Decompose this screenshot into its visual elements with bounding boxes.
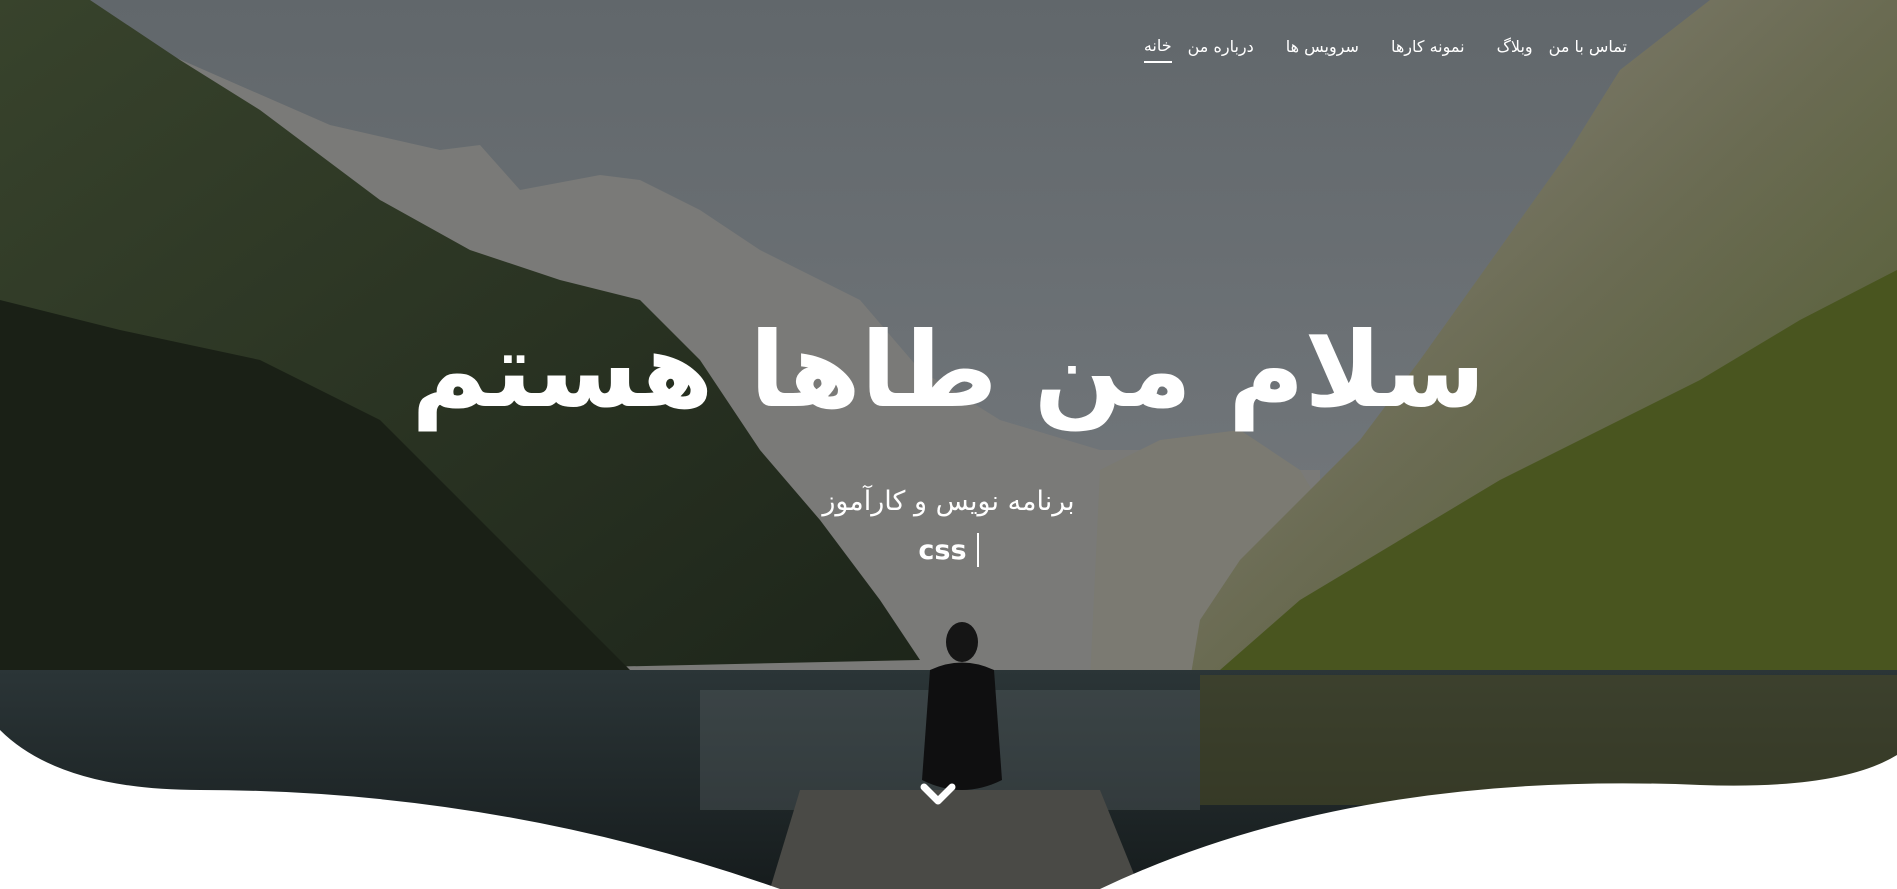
nav-item-portfolio[interactable]: نمونه کارها (1391, 33, 1465, 62)
nav-item-services[interactable]: سرویس ها (1286, 33, 1359, 62)
hero-background-image (0, 0, 1897, 889)
nav-item-home[interactable]: خانه (1143, 32, 1172, 63)
typed-text-line: css (0, 533, 1897, 567)
typing-cursor (976, 533, 979, 567)
hero-subtitle: برنامه نویس و کارآموز (822, 486, 1075, 517)
hero-section: خانه درباره من سرویس ها نمونه کارها وبلا… (0, 0, 1897, 889)
hero-title: سلام من طاها هستم (411, 309, 1486, 431)
scroll-down-button[interactable] (920, 780, 956, 810)
typed-text: css (918, 534, 967, 566)
nav-item-about[interactable]: درباره من (1188, 33, 1254, 62)
nav-item-blog[interactable]: وبلاگ (1497, 33, 1533, 62)
main-navigation: خانه درباره من سرویس ها نمونه کارها وبلا… (1143, 32, 1627, 63)
chevron-down-icon (920, 783, 956, 805)
nav-item-contact[interactable]: تماس با من (1549, 33, 1627, 62)
